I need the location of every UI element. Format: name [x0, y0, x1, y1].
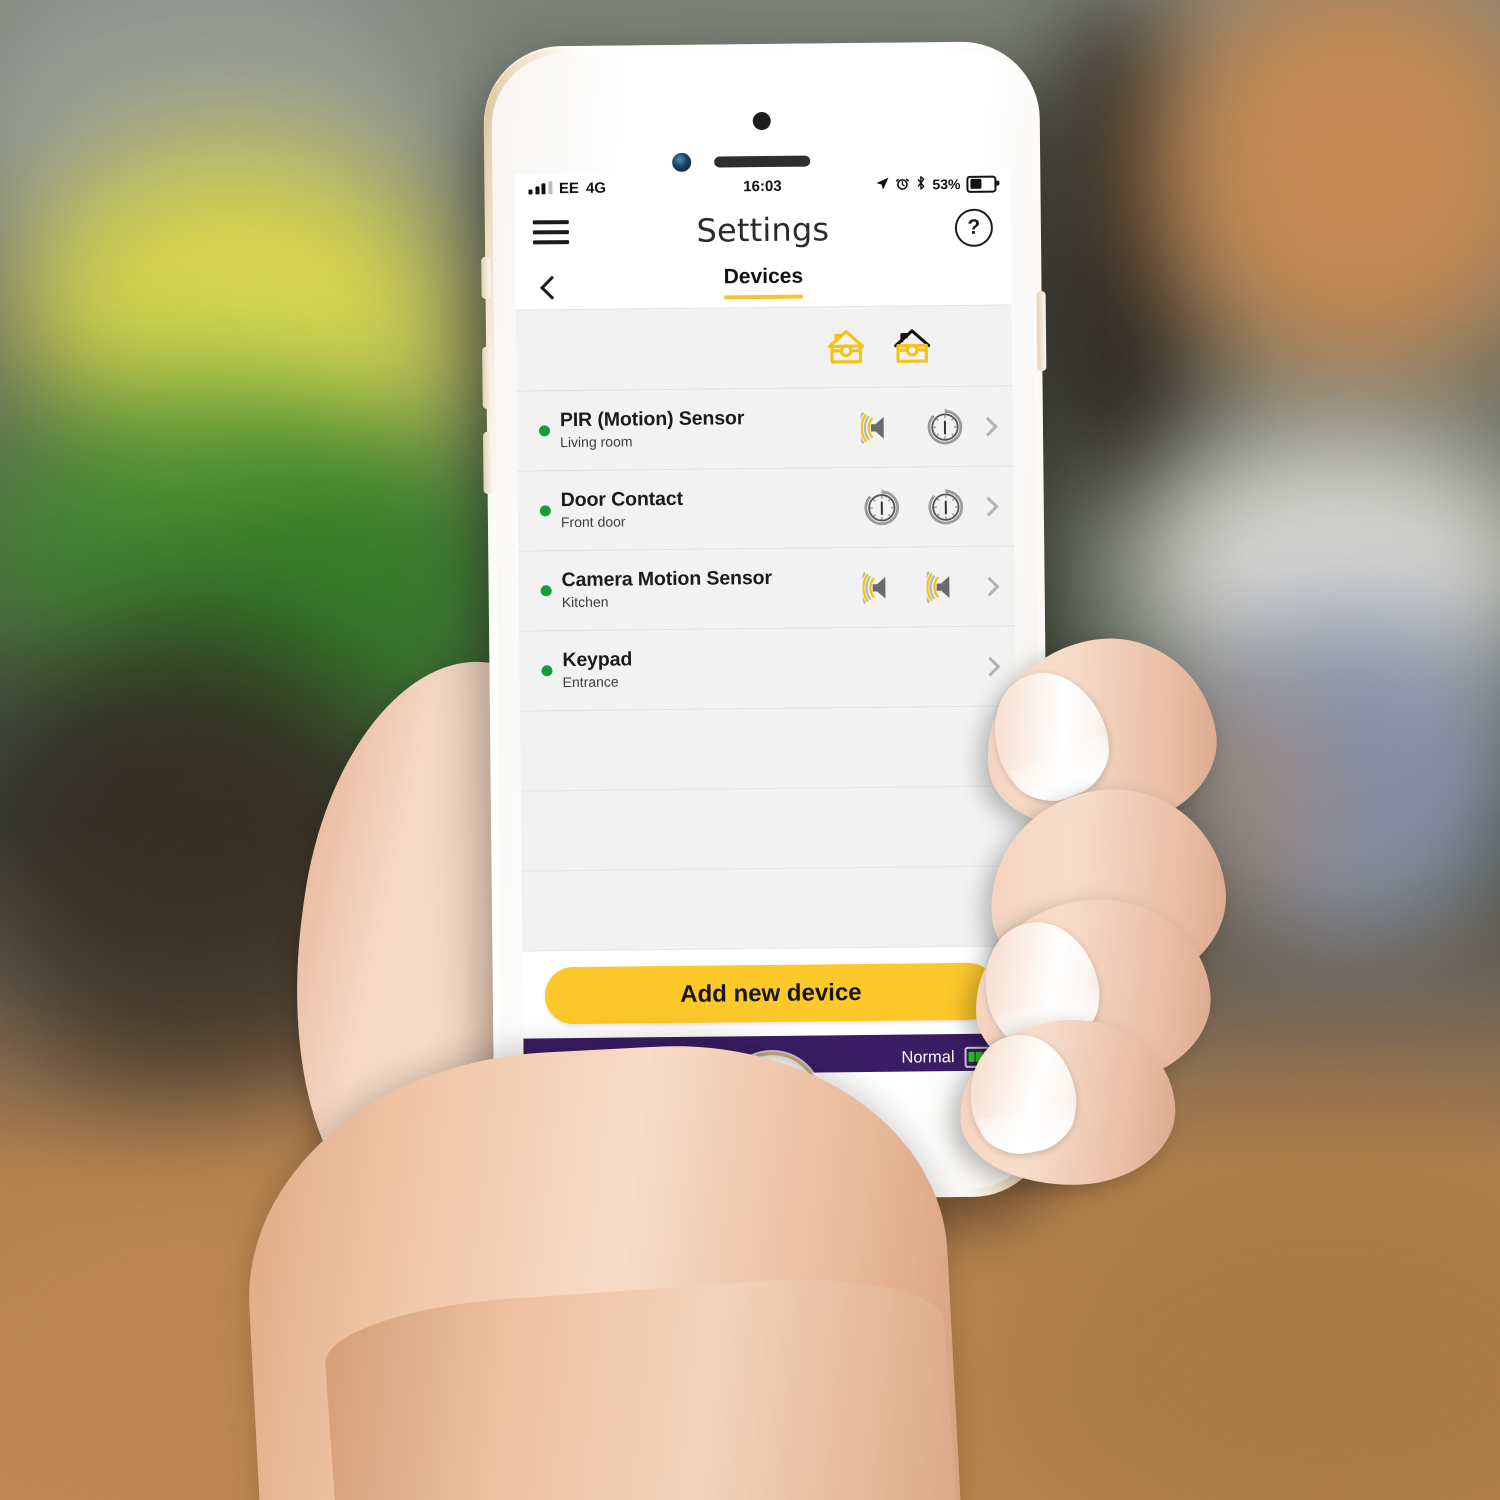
empty-row	[520, 786, 1018, 872]
device-info: PIR (Motion) Sensor Living room	[560, 407, 859, 451]
device-mode-icons	[860, 484, 968, 529]
tab-bar: Devices	[515, 256, 1012, 311]
device-info: Keypad Entrance	[562, 647, 861, 691]
device-info: Camera Motion Sensor Kitchen	[561, 567, 860, 611]
add-new-device-button[interactable]: Add new device	[544, 962, 998, 1025]
hub-battery-icon	[964, 1046, 1002, 1068]
device-location: Kitchen	[561, 593, 609, 610]
smartphone-device: EE 4G 16:03 53% Settings ? Devices PIR (…	[481, 41, 1052, 1202]
device-list: PIR (Motion) Sensor Living room Door Con…	[516, 386, 1019, 952]
device-info: Door Contact Front door	[561, 487, 860, 531]
timer-icon[interactable]	[923, 404, 967, 448]
status-bar-left: EE 4G	[528, 179, 606, 197]
device-location: Front door	[560, 513, 626, 530]
empty-row	[521, 866, 1019, 952]
phone-screen: EE 4G 16:03 53% Settings ? Devices PIR (…	[514, 168, 1020, 1076]
row-chevron-icon[interactable]	[978, 416, 998, 437]
silent-switch[interactable]	[481, 256, 491, 299]
alarm-clock-icon	[895, 176, 909, 193]
hub-signal-area: Normal	[901, 1046, 1002, 1068]
volume-up-button[interactable]	[482, 346, 492, 409]
hub-status-label: Smart Hub Online	[541, 1050, 673, 1070]
mode-slot-empty	[861, 645, 905, 689]
hub-signal-label: Normal	[901, 1047, 955, 1067]
empty-list-area	[519, 706, 1019, 952]
row-chevron-icon[interactable]	[978, 496, 999, 517]
background-blur-dark-left	[0, 700, 420, 1120]
device-location: Living room	[560, 433, 633, 450]
proximity-sensor-icon	[752, 111, 771, 131]
empty-row	[519, 706, 1017, 792]
status-badge	[539, 505, 551, 517]
device-mode-icons	[860, 564, 968, 609]
siren-icon[interactable]	[859, 405, 903, 449]
timer-icon[interactable]	[860, 485, 904, 529]
device-name: Keypad	[562, 648, 633, 672]
photo-scene: EE 4G 16:03 53% Settings ? Devices PIR (…	[0, 0, 1500, 1500]
background-blur-picture-frame-3	[1180, 700, 1320, 900]
status-badge	[540, 585, 552, 597]
tab-active-underline	[723, 294, 804, 300]
home-mode-icon[interactable]	[824, 325, 868, 369]
page-title: Settings	[696, 210, 830, 250]
app-navigation-bar: Settings ?	[514, 198, 1012, 262]
device-name: Door Contact	[560, 487, 684, 512]
table-row[interactable]: Camera Motion Sensor Kitchen	[518, 546, 1016, 632]
signal-bars-icon	[528, 181, 553, 195]
status-bar-right: 53%	[875, 175, 997, 194]
device-location: Entrance	[562, 673, 619, 690]
table-row[interactable]: Keypad Entrance	[519, 626, 1016, 712]
table-row[interactable]: Door Contact Front door	[517, 466, 1015, 552]
tab-devices-label: Devices	[723, 264, 804, 289]
table-row[interactable]: PIR (Motion) Sensor Living room	[516, 386, 1014, 472]
carrier-label: EE	[558, 179, 580, 197]
row-chevron-icon[interactable]	[979, 576, 1000, 597]
battery-icon	[966, 175, 997, 193]
mode-slot-empty	[925, 644, 969, 688]
device-mode-icons	[859, 404, 967, 449]
device-name: Camera Motion Sensor	[561, 566, 773, 592]
bluetooth-icon	[915, 175, 926, 193]
earpiece-speaker	[714, 155, 811, 168]
status-badge	[541, 665, 553, 677]
row-chevron-icon[interactable]	[980, 656, 1001, 677]
power-button[interactable]	[1036, 291, 1047, 372]
back-chevron-icon[interactable]	[539, 275, 565, 300]
home-button[interactable]	[725, 1054, 819, 1148]
timer-icon[interactable]	[924, 484, 968, 528]
location-arrow-icon	[875, 176, 889, 193]
network-type-label: 4G	[585, 179, 607, 197]
away-mode-icon[interactable]	[890, 324, 934, 368]
siren-icon[interactable]	[924, 564, 968, 608]
front-camera-icon	[672, 152, 692, 172]
device-name: PIR (Motion) Sensor	[559, 407, 745, 432]
siren-icon[interactable]	[860, 565, 904, 609]
add-device-area: Add new device	[522, 946, 1020, 1039]
device-mode-icons	[861, 644, 969, 689]
mode-column-header	[515, 305, 1013, 392]
volume-down-button[interactable]	[482, 431, 493, 494]
status-badge	[538, 425, 551, 437]
battery-percent-label: 53%	[932, 175, 961, 193]
tab-devices[interactable]: Devices	[708, 264, 820, 307]
